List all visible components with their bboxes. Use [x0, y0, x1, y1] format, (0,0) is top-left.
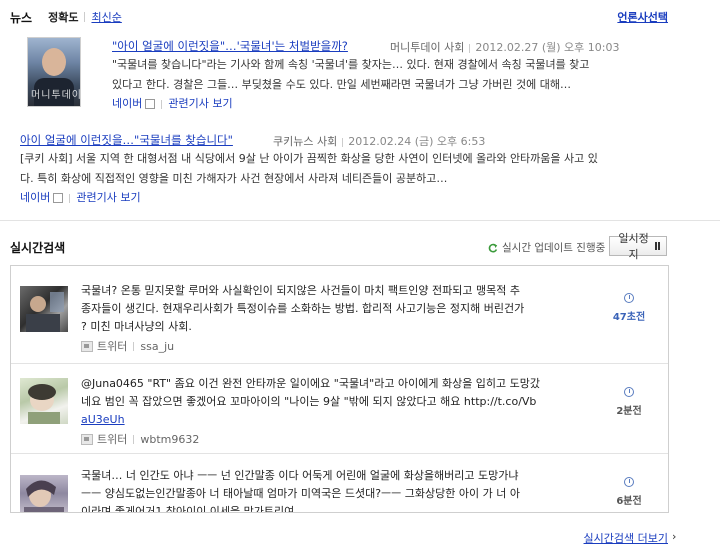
tweet-time: 6분전 — [601, 477, 657, 507]
twitter-user[interactable]: wbtm9632 — [140, 433, 199, 446]
snippet-line: 있다고 한다. 경찰은 그들… 부딪쳤을 수도 있다. 만일 세번째라면 국물녀… — [112, 78, 572, 91]
avatar-image — [28, 384, 60, 424]
article-meta-1: 머니투데이 사회 2012.02.27 (월) 오후 10:03 — [390, 39, 619, 55]
avatar-image — [26, 292, 64, 332]
article-date: 2012.02.24 (금) 오후 6:53 — [348, 135, 486, 148]
thumbnail-face — [42, 48, 66, 76]
article-thumbnail[interactable]: 머니투데이 — [27, 37, 81, 107]
avatar[interactable] — [20, 286, 68, 332]
time-label: 2분전 — [616, 406, 642, 417]
thumbnail-watermark: 머니투데이 — [31, 90, 81, 101]
meta-divider — [469, 43, 471, 53]
article-snippet-2: [쿠키 사회] 서울 지역 한 대형서점 내 식당에서 9살 난 아이가 끔찍한… — [20, 149, 710, 189]
tweet-text: 국물녀… 너 인간도 아냐 ㅡㅡ 넌 인간말종 이다 어둑게 어린애 얼굴에 화… — [81, 467, 581, 513]
news-section-title: 뉴스 — [10, 10, 33, 25]
item-divider — [11, 363, 668, 364]
related-articles-link[interactable]: 관련기사 보기 — [76, 191, 140, 204]
tweet-line: ㅡㅡ 양심도없는인간말종아 너 태아날때 엄마가 미역국은 드셧대?ㅡㅡ 그화상… — [81, 487, 520, 500]
article-meta-2: 쿠키뉴스 사회 2012.02.24 (금) 오후 6:53 — [273, 133, 485, 149]
status-text: 실시간 업데이트 진행중 — [502, 242, 606, 254]
clock-icon — [624, 477, 634, 487]
time-label: 6분전 — [616, 496, 642, 507]
article-source: 쿠키뉴스 사회 — [273, 135, 338, 148]
tweet-line: @Juna0465 "RT" 좀요 이건 완전 안타까운 일이에요 "국물녀"라… — [81, 377, 541, 390]
clock-icon — [624, 293, 634, 303]
source-label[interactable]: 트위터 — [97, 431, 127, 447]
portal-label: 네이버 — [112, 97, 143, 110]
article-source: 머니투데이 사회 — [390, 41, 465, 54]
tweet-text: 국물녀? 온통 믿지못할 루머와 사실확인이 되지않은 사건들이 마치 팩트인양… — [81, 282, 581, 336]
article-links-1: 네이버 관련기사 보기 — [112, 95, 233, 111]
tweet-line: ? 미친 마녀사냥의 사회. — [81, 320, 192, 333]
source-divider — [133, 434, 135, 444]
chevron-right-icon[interactable]: › — [672, 530, 676, 543]
tab-divider — [84, 12, 86, 22]
tweet-source: 트위터 wbtm9632 — [81, 431, 199, 447]
news-tabs: 뉴스 정확도 최신순 — [10, 9, 122, 25]
article-date: 2012.02.27 (월) 오후 10:03 — [475, 41, 620, 54]
tweet-line: 국물녀? 온통 믿지못할 루머와 사실확인이 되지않은 사건들이 마치 팩트인양… — [81, 284, 520, 297]
tweet-line: 종자들이 생긴다. 현재우리사회가 특정이슈를 소화하는 방법. 합리적 사고기… — [81, 302, 525, 315]
link-divider — [69, 193, 71, 203]
clock-icon — [624, 387, 634, 397]
avatar-image — [24, 480, 64, 512]
realtime-title: 실시간검색 — [10, 241, 66, 255]
tweet-time: 2분전 — [601, 387, 657, 417]
tweet-line: 네요 범인 꼭 잡았으면 좋겠어요 꼬마아이의 "나이는 9살 "밖에 되지 않… — [81, 395, 537, 408]
realtime-status: 실시간 업데이트 진행중 — [488, 240, 605, 255]
link-divider — [161, 99, 163, 109]
snippet-line: "국물녀를 찾습니다"라는 기사와 함께 속칭 '국물녀'를 찾자는… 있다. … — [112, 58, 590, 71]
tab-latest[interactable]: 최신순 — [91, 9, 121, 25]
avatar[interactable] — [20, 475, 68, 512]
twitter-icon — [81, 433, 93, 445]
item-divider — [11, 453, 668, 454]
tweet-url[interactable]: aU3eUh — [81, 413, 125, 426]
tweet-line: 국물녀… 너 인간도 아냐 ㅡㅡ 넌 인간말종 이다 어둑게 어린애 얼굴에 화… — [81, 469, 519, 482]
portal-label: 네이버 — [20, 191, 51, 204]
source-divider — [133, 341, 135, 351]
article-title-2[interactable]: 아이 얼굴에 이런짓을…"국물녀를 찾습니다" — [20, 132, 233, 148]
pause-label: 일시정지 — [618, 232, 649, 261]
meta-divider — [342, 137, 344, 147]
portal-link[interactable]: 네이버 — [20, 191, 50, 204]
press-select-link[interactable]: 언론사선택 — [617, 9, 668, 25]
time-label: 47초전 — [612, 312, 646, 323]
realtime-list[interactable]: 국물녀? 온통 믿지못할 루머와 사실확인이 되지않은 사건들이 마치 팩트인양… — [10, 265, 669, 513]
pause-icon — [655, 242, 660, 250]
article-snippet-1: "국물녀를 찾습니다"라는 기사와 함께 속칭 '국물녀'를 찾자는… 있다. … — [112, 55, 712, 95]
article-links-2: 네이버 관련기사 보기 — [20, 189, 141, 205]
tweet-text: @Juna0465 "RT" 좀요 이건 완전 안타까운 일이에요 "국물녀"라… — [81, 375, 581, 429]
realtime-more-link[interactable]: 실시간검색 더보기 — [584, 530, 668, 546]
refresh-icon — [488, 243, 498, 252]
avatar[interactable] — [20, 378, 68, 424]
related-articles-link[interactable]: 관련기사 보기 — [168, 97, 232, 110]
new-window-icon[interactable] — [53, 193, 64, 203]
tweet-time: 47초전 — [601, 293, 657, 323]
portal-link[interactable]: 네이버 — [112, 97, 142, 110]
article-title-1[interactable]: "아이 얼굴에 이런짓을"…'국물녀'는 처벌받을까? — [112, 38, 348, 54]
section-divider — [0, 220, 720, 221]
tweet-source: 트위터 ssa_ju — [81, 338, 174, 354]
tab-accuracy[interactable]: 정확도 — [48, 9, 78, 25]
twitter-user[interactable]: ssa_ju — [140, 340, 174, 353]
snippet-line: 다. 특히 화상에 직접적인 영향을 미친 가해자가 사건 현장에서 사라져 네… — [20, 172, 448, 185]
snippet-line: [쿠키 사회] 서울 지역 한 대형서점 내 식당에서 9살 난 아이가 끔찍한… — [20, 152, 598, 165]
new-window-icon[interactable] — [145, 99, 156, 109]
tweet-line: 이라며 좋게어거1 찾아이이 이세을 망가트리여 — [81, 505, 295, 513]
source-label[interactable]: 트위터 — [97, 338, 127, 354]
twitter-icon — [81, 340, 93, 352]
pause-button[interactable]: 일시정지 — [609, 232, 667, 261]
